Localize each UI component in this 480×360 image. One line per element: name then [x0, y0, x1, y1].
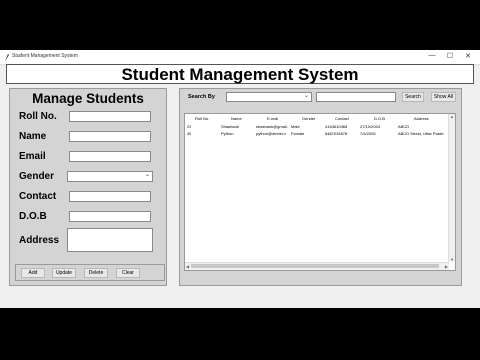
cell-gender: Female	[291, 131, 305, 136]
gender-select[interactable]: ⌄	[67, 171, 153, 182]
col-name-header[interactable]: Name	[231, 116, 242, 121]
address-label: Address	[19, 235, 60, 246]
cell-contact: 8487034678	[325, 131, 348, 136]
student-table: Roll No. Name E-mail Gender Contact D.O.…	[184, 113, 456, 271]
cell-name: Python	[221, 131, 234, 136]
horizontal-scrollbar[interactable]: ◀ ▶	[185, 262, 449, 270]
delete-button[interactable]: Delete	[84, 268, 108, 278]
cell-dob: 27/10/2004	[360, 124, 381, 129]
col-gender-header[interactable]: Gender	[302, 116, 315, 121]
roll-label: Roll No.	[19, 111, 57, 122]
search-by-select[interactable]: ⌄	[226, 92, 312, 102]
maximize-button[interactable]: ☐	[442, 52, 458, 60]
email-input[interactable]	[69, 151, 151, 162]
gender-label: Gender	[19, 171, 55, 182]
roll-input[interactable]	[69, 111, 151, 122]
search-button[interactable]: Search	[402, 92, 424, 102]
scroll-up-icon[interactable]: ▲	[450, 114, 454, 119]
col-contact-header[interactable]: Contact	[335, 116, 349, 121]
scroll-down-icon[interactable]: ▼	[450, 257, 454, 262]
manage-students-title: Manage Students	[32, 91, 144, 106]
manage-students-panel: Manage Students Roll No. Name Email Gend…	[9, 88, 167, 286]
close-button[interactable]: ✕	[460, 52, 476, 60]
cell-gender: Male	[291, 124, 300, 129]
page-title: Student Management System	[121, 65, 359, 84]
dob-label: D.O.B	[19, 211, 47, 222]
vertical-scrollbar[interactable]: ▲ ▼	[448, 114, 455, 262]
cell-roll: 23	[187, 124, 192, 129]
name-label: Name	[19, 131, 47, 142]
contact-input[interactable]	[69, 191, 151, 202]
scroll-right-icon[interactable]: ▶	[445, 264, 448, 269]
scroll-left-icon[interactable]: ◀	[186, 264, 189, 269]
horizontal-scroll-thumb[interactable]	[191, 264, 439, 268]
contact-label: Contact	[19, 191, 57, 202]
cell-address: ABCD	[398, 124, 410, 129]
update-button[interactable]: Update	[52, 268, 76, 278]
add-button[interactable]: Add	[21, 268, 45, 278]
col-address-header[interactable]: Address	[414, 116, 429, 121]
student-list-panel: Search By ⌄ Search Show All Roll No. Nam…	[179, 88, 462, 286]
window-title: Student Management System	[12, 53, 78, 59]
minimize-button[interactable]: —	[424, 52, 440, 59]
cell-roll: 45	[187, 131, 192, 136]
cell-dob: 7/4/2005	[360, 131, 376, 136]
chevron-down-icon: ⌄	[303, 93, 309, 99]
cell-email: python@dexter.c	[256, 131, 287, 136]
address-textarea[interactable]	[67, 228, 153, 252]
search-input[interactable]	[316, 92, 396, 102]
col-email-header[interactable]: E-mail	[267, 116, 278, 121]
name-input[interactable]	[69, 131, 151, 142]
app-window: Student Management System — ☐ ✕ Student …	[0, 50, 480, 308]
col-dob-header[interactable]: D.O.B	[374, 116, 385, 121]
show-all-button[interactable]: Show All	[431, 92, 456, 102]
col-roll-header[interactable]: Roll No.	[195, 116, 209, 121]
feather-icon	[5, 54, 9, 61]
dob-input[interactable]	[69, 211, 151, 222]
title-bar: Student Management System — ☐ ✕	[0, 50, 480, 65]
search-by-label: Search By	[188, 94, 215, 100]
clear-button[interactable]: Clear	[116, 268, 140, 278]
email-label: Email	[19, 151, 46, 162]
action-button-bar: Add Update Delete Clear	[15, 264, 165, 281]
header-banner: Student Management System	[6, 64, 474, 84]
cell-address: ABCD Street, Uttar Prade	[398, 131, 444, 136]
chevron-down-icon: ⌄	[144, 172, 150, 178]
cell-contact: 4154610468	[325, 124, 348, 129]
cell-email: shashank@gmail.	[256, 124, 288, 129]
cell-name: Shashank	[221, 124, 239, 129]
